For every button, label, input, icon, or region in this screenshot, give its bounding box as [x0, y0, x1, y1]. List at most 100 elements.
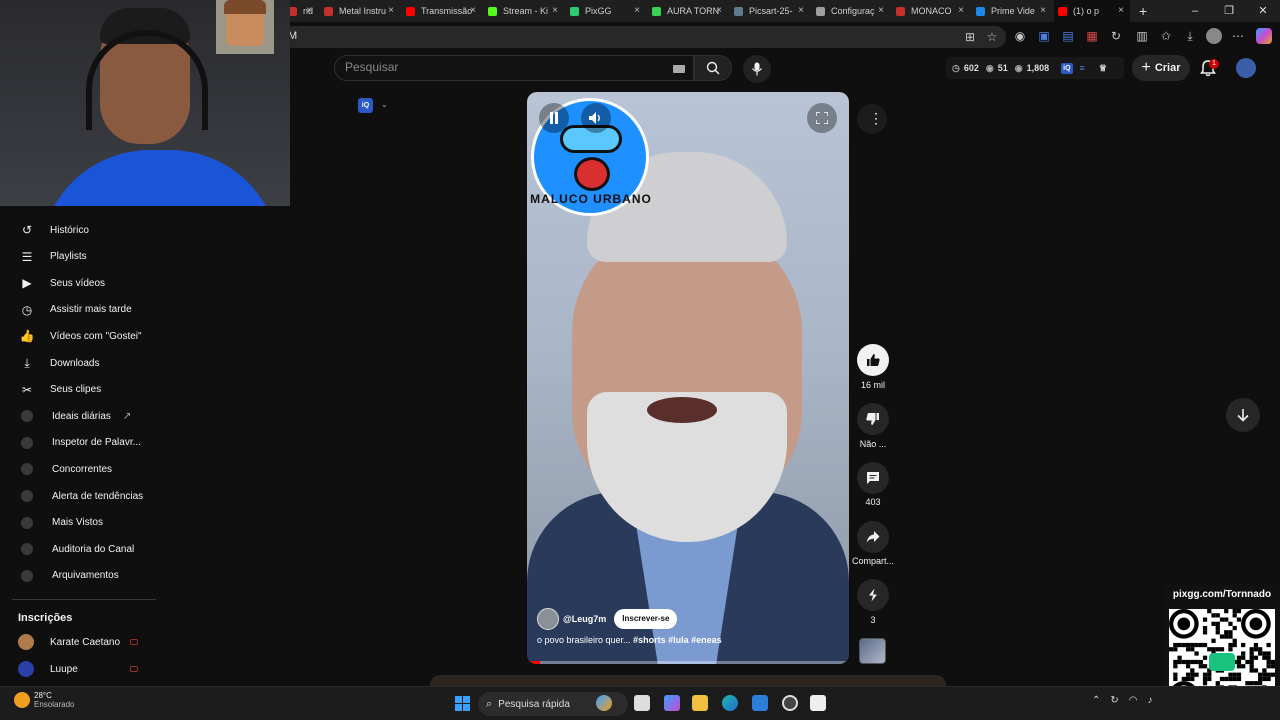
sidebar-item[interactable]: Concorrentes — [0, 456, 156, 482]
sidebar-item[interactable]: Arquivamentos — [0, 563, 156, 589]
split-screen-icon[interactable]: ▥ — [1134, 28, 1150, 44]
next-short-preview[interactable] — [430, 675, 946, 686]
tab-close-icon[interactable]: × — [388, 5, 394, 16]
extension-gamepad-icon[interactable]: ◉ — [1012, 28, 1028, 44]
browser-tab[interactable]: Stream - Ki × — [484, 0, 564, 22]
tab-close-icon[interactable]: × — [1040, 5, 1046, 16]
browser-tab[interactable]: MONACO × — [892, 0, 970, 22]
sound-thumbnail[interactable] — [859, 638, 886, 664]
wifi-icon[interactable]: ◠ — [1129, 695, 1138, 706]
comments-button[interactable] — [857, 462, 889, 494]
address-bar[interactable]: M ⊞ ☆ — [282, 26, 1006, 48]
sidebar-item[interactable]: Mais Vistos — [0, 510, 156, 536]
browser-tab[interactable]: Picsart-25- × — [730, 0, 810, 22]
extension-shield-icon[interactable]: ▣ — [1036, 28, 1052, 44]
volume-button[interactable] — [581, 103, 611, 133]
browser-tab[interactable]: (1) o p × — [1054, 0, 1130, 22]
tab-close-icon[interactable]: × — [798, 5, 804, 16]
tray-chevron-icon[interactable]: ⌃ — [1092, 695, 1100, 706]
windows-start-icon[interactable] — [455, 696, 470, 711]
tab-close-icon[interactable]: × — [1118, 5, 1124, 16]
browser-tab[interactable]: AURA TORN × — [648, 0, 728, 22]
video-progress-bar[interactable] — [527, 661, 849, 664]
shorts-video-player[interactable]: MALUCO URBANO @Leug7m Inscrever-se o pov… — [527, 92, 849, 664]
minimize-button[interactable]: – — [1178, 0, 1212, 22]
tab-close-icon[interactable]: × — [306, 5, 312, 16]
browser-tab[interactable]: PixGG × — [566, 0, 646, 22]
vidiq-badge[interactable]: iQ — [1061, 62, 1073, 74]
sidebar-item[interactable]: Auditoria do Canal — [0, 536, 156, 562]
account-avatar[interactable] — [1236, 58, 1256, 78]
like-button[interactable] — [857, 344, 889, 376]
copilot-taskbar-icon[interactable] — [664, 695, 680, 711]
new-tab-button[interactable]: + — [1139, 3, 1147, 19]
subscription-item[interactable]: Karate Caetano — [18, 632, 138, 652]
sidebar-item[interactable]: Alerta de tendências — [0, 483, 156, 509]
sidebar-item[interactable]: ↺ Histórico — [0, 217, 156, 243]
photos-icon[interactable] — [752, 695, 768, 711]
sidebar-item[interactable]: ✂ Seus clipes — [0, 377, 156, 403]
create-button[interactable]: + Criar — [1132, 55, 1190, 81]
obs-icon[interactable] — [782, 695, 798, 711]
sidebar-item[interactable]: ◷ Assistir mais tarde — [0, 297, 156, 323]
vidiq-stats-bar[interactable]: ◷ 602 ◉ 51 ◉ 1,808 iQ ≡ ♕ — [946, 57, 1124, 79]
video-hashtags[interactable]: #shorts #lula #eneas — [633, 635, 722, 645]
search-input[interactable] — [345, 60, 665, 74]
copilot-icon[interactable] — [1256, 28, 1272, 44]
tab-close-icon[interactable]: × — [958, 5, 964, 16]
share-button[interactable] — [857, 521, 889, 553]
sidebar-item[interactable]: Inspetor de Palavr... — [0, 430, 156, 456]
tab-close-icon[interactable]: × — [716, 5, 722, 16]
dislike-button[interactable] — [857, 403, 889, 435]
menu-lines-icon[interactable]: ≡ — [1080, 63, 1085, 73]
weather-widget[interactable]: 28°C Ensolarado — [14, 691, 74, 709]
file-explorer-icon[interactable] — [692, 695, 708, 711]
tab-close-icon[interactable]: × — [552, 5, 558, 16]
pause-button[interactable] — [539, 103, 569, 133]
browser-tab[interactable]: Transmissão × — [402, 0, 482, 22]
fullscreen-button[interactable] — [807, 103, 837, 133]
task-view-icon[interactable] — [634, 695, 650, 711]
tab-close-icon[interactable]: × — [470, 5, 476, 16]
bing-chat-icon[interactable] — [596, 695, 612, 711]
subscribe-button[interactable]: Inscrever-se — [614, 609, 678, 629]
notepad-icon[interactable] — [810, 695, 826, 711]
sidebar-item[interactable]: Ideais diárias ↗ — [0, 403, 156, 429]
tab-close-icon[interactable]: × — [878, 5, 884, 16]
more-menu-icon[interactable]: ⋯ — [1230, 28, 1246, 44]
close-window-button[interactable]: ✕ — [1246, 0, 1280, 22]
sidebar-item[interactable]: ⤓ Downloads — [0, 350, 156, 376]
video-title[interactable]: o povo brasileiro quer... #shorts #lula … — [537, 635, 722, 645]
browser-tab[interactable]: Metal Instru × — [320, 0, 400, 22]
sidebar-item[interactable]: ▶ Seus vídeos — [0, 270, 156, 296]
next-video-button[interactable] — [1226, 398, 1260, 432]
chevron-down-icon[interactable]: ⌄ — [381, 100, 388, 109]
keyboard-icon[interactable] — [673, 65, 685, 73]
edge-browser-icon[interactable] — [722, 695, 738, 711]
more-options-button[interactable]: ⋮ — [857, 104, 887, 134]
browser-tab[interactable]: Prime Vide × — [972, 0, 1052, 22]
tray-app-icon[interactable]: ↻ — [1110, 695, 1118, 706]
channel-name[interactable]: @Leug7m — [563, 614, 606, 624]
vidiq-extension-button[interactable]: iQ — [358, 98, 373, 113]
browser-tab[interactable]: Configuraç × — [812, 0, 890, 22]
install-app-icon[interactable]: ⊞ — [962, 29, 978, 45]
downloads-icon[interactable]: ⤓ — [1182, 28, 1198, 44]
extension-puzzle-icon[interactable]: ↻ — [1108, 28, 1124, 44]
remix-button[interactable] — [857, 579, 889, 611]
search-button[interactable] — [694, 55, 732, 81]
profile-icon[interactable] — [1206, 28, 1222, 44]
channel-avatar[interactable] — [537, 608, 559, 630]
mic-tray-icon[interactable]: ♪ — [1148, 695, 1153, 706]
extension-translate-icon[interactable]: ▤ — [1060, 28, 1076, 44]
restore-button[interactable]: ❐ — [1212, 0, 1246, 22]
tab-close-icon[interactable]: × — [634, 5, 640, 16]
extension-calendar-icon[interactable]: ▦ — [1084, 28, 1100, 44]
sidebar-item[interactable]: ☰ Playlists — [0, 244, 156, 270]
voice-search-button[interactable] — [743, 55, 771, 83]
sidebar-item[interactable]: 👍 Vídeos com "Gostei" — [0, 323, 156, 349]
trophy-icon[interactable]: ♕ — [1099, 63, 1107, 74]
favorites-icon[interactable]: ✩ — [1158, 28, 1174, 44]
subscription-item[interactable]: Luupe — [18, 659, 138, 679]
bookmark-star-icon[interactable]: ☆ — [984, 29, 1000, 45]
